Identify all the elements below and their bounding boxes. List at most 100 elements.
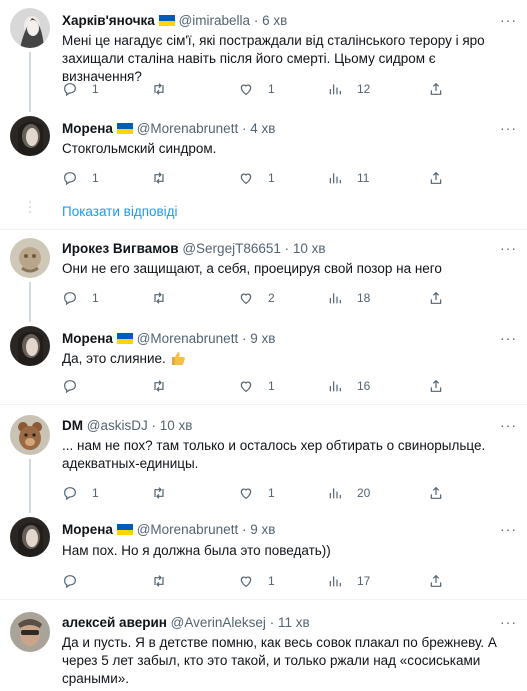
tweet-text: Да, это слияние. [62, 351, 166, 366]
reply-button[interactable]: 1 [62, 288, 102, 308]
like-icon [240, 293, 252, 305]
views-button[interactable]: 12 [327, 79, 370, 99]
tweet[interactable]: Харків'яночка @imirabella · 6 хв ··· Мен… [0, 0, 527, 112]
like-button[interactable]: 2 [238, 288, 278, 308]
tweet-actions: 1 2 18 [62, 288, 502, 308]
author-name[interactable]: DM [62, 418, 83, 433]
tweet[interactable]: алексей аверин @AverinAleksej · 11 хв ··… [0, 600, 527, 691]
retweet-button[interactable] [151, 288, 191, 308]
like-icon [240, 488, 252, 500]
more-icon[interactable]: ··· [500, 330, 517, 346]
views-button[interactable]: 18 [327, 288, 370, 308]
retweet-button[interactable] [151, 168, 191, 188]
reply-button[interactable] [62, 376, 102, 396]
more-icon[interactable]: ··· [500, 417, 517, 433]
views-button[interactable]: 11 [327, 168, 369, 188]
tweet-text: Нам пох. Но я должна была это поведать)) [62, 543, 331, 558]
views-icon [329, 293, 341, 304]
author-handle[interactable]: @AverinAleksej [171, 615, 266, 630]
tweet-actions: 1 1 12 [62, 79, 502, 99]
views-button[interactable]: 17 [327, 571, 370, 591]
retweet-button[interactable] [151, 79, 191, 99]
retweet-button[interactable] [151, 376, 191, 396]
reply-button[interactable]: 1 [62, 79, 102, 99]
share-button[interactable] [428, 168, 458, 188]
author-handle[interactable]: @Morenabrunett [137, 522, 239, 537]
thread-line [29, 459, 31, 513]
timestamp[interactable]: 4 хв [250, 121, 275, 136]
avatar[interactable] [10, 326, 50, 366]
tweet[interactable]: Ирокез Вигвамов @SergejT86651 · 10 хв ··… [0, 230, 527, 322]
timestamp[interactable]: 9 хв [250, 331, 275, 346]
tweet[interactable]: Морена @Morenabrunett · 9 хв ··· Нам пох… [0, 511, 527, 593]
more-icon[interactable]: ··· [500, 120, 517, 136]
retweet-button[interactable] [151, 483, 191, 503]
separator-dot: · [241, 121, 247, 136]
reply-icon [64, 380, 76, 394]
author-name[interactable]: Морена [62, 522, 113, 537]
share-button[interactable] [428, 376, 458, 396]
like-icon [240, 381, 252, 393]
author-handle[interactable]: @askisDJ [87, 418, 148, 433]
tweet-actions: 1 1 20 [62, 483, 502, 503]
tweet-actions: 1 1 11 [62, 168, 502, 188]
ukraine-flag-icon [158, 15, 175, 26]
avatar[interactable] [10, 238, 50, 278]
author-handle[interactable]: @Morenabrunett [137, 121, 239, 136]
reply-button[interactable]: 1 [62, 483, 102, 503]
views-icon [329, 576, 341, 587]
retweet-button[interactable] [151, 571, 191, 591]
author-name[interactable]: Харків'яночка [62, 13, 155, 28]
timestamp[interactable]: 10 хв [293, 241, 326, 256]
timestamp[interactable]: 9 хв [250, 522, 275, 537]
more-icon[interactable]: ··· [500, 240, 517, 256]
timestamp[interactable]: 6 хв [262, 13, 287, 28]
timestamp[interactable]: 10 хв [160, 418, 193, 433]
like-button[interactable]: 1 [238, 571, 278, 591]
tweet-text: Да и пусть. Я в детстве помню, как весь … [62, 635, 497, 686]
retweet-icon [154, 172, 164, 184]
more-icon[interactable]: ··· [500, 12, 517, 28]
retweet-icon [154, 487, 164, 499]
like-button[interactable]: 1 [238, 79, 278, 99]
views-button[interactable]: 16 [327, 376, 370, 396]
avatar[interactable] [10, 116, 50, 156]
author-name[interactable]: Ирокез Вигвамов [62, 241, 179, 256]
share-button[interactable] [428, 288, 458, 308]
share-button[interactable] [428, 483, 458, 503]
like-button[interactable]: 1 [238, 376, 278, 396]
reply-button[interactable]: 1 [62, 168, 102, 188]
author-handle[interactable]: @imirabella [179, 13, 250, 28]
author-handle[interactable]: @Morenabrunett [137, 331, 239, 346]
tweet[interactable]: DM @askisDJ · 10 хв ··· ... нам не пох? … [0, 405, 527, 513]
reply-icon [64, 487, 76, 501]
more-icon[interactable]: ··· [500, 614, 517, 630]
reply-button[interactable] [62, 571, 102, 591]
like-button[interactable]: 1 [238, 168, 278, 188]
share-icon [430, 486, 442, 499]
share-button[interactable] [428, 571, 458, 591]
views-button[interactable]: 20 [327, 483, 370, 503]
thumbs-up-icon [171, 352, 185, 365]
avatar[interactable] [10, 517, 50, 557]
avatar[interactable] [10, 612, 50, 652]
author-name[interactable]: алексей аверин [62, 615, 167, 630]
views-icon [329, 84, 341, 95]
tweet[interactable]: Морена @Morenabrunett · 9 хв ··· Да, это… [0, 320, 527, 402]
separator-dot: · [269, 615, 275, 630]
tweet-text: Мені це нагадує сім'ї, які постраждали в… [62, 33, 485, 84]
like-button[interactable]: 1 [238, 483, 278, 503]
author-name[interactable]: Морена [62, 121, 113, 136]
share-button[interactable] [428, 79, 458, 99]
avatar[interactable] [10, 415, 50, 455]
timestamp[interactable]: 11 хв [278, 615, 310, 630]
tweet[interactable]: Морена @Morenabrunett · 4 хв ··· Стокгол… [0, 110, 527, 200]
show-replies-link[interactable]: Показати відповіді [62, 204, 178, 219]
avatar[interactable] [10, 8, 50, 48]
author-handle[interactable]: @SergejT86651 [182, 241, 281, 256]
author-name[interactable]: Морена [62, 331, 113, 346]
more-icon[interactable]: ··· [500, 521, 517, 537]
views-icon [329, 173, 341, 184]
ukraine-flag-icon [116, 123, 133, 134]
views-icon [329, 381, 341, 392]
